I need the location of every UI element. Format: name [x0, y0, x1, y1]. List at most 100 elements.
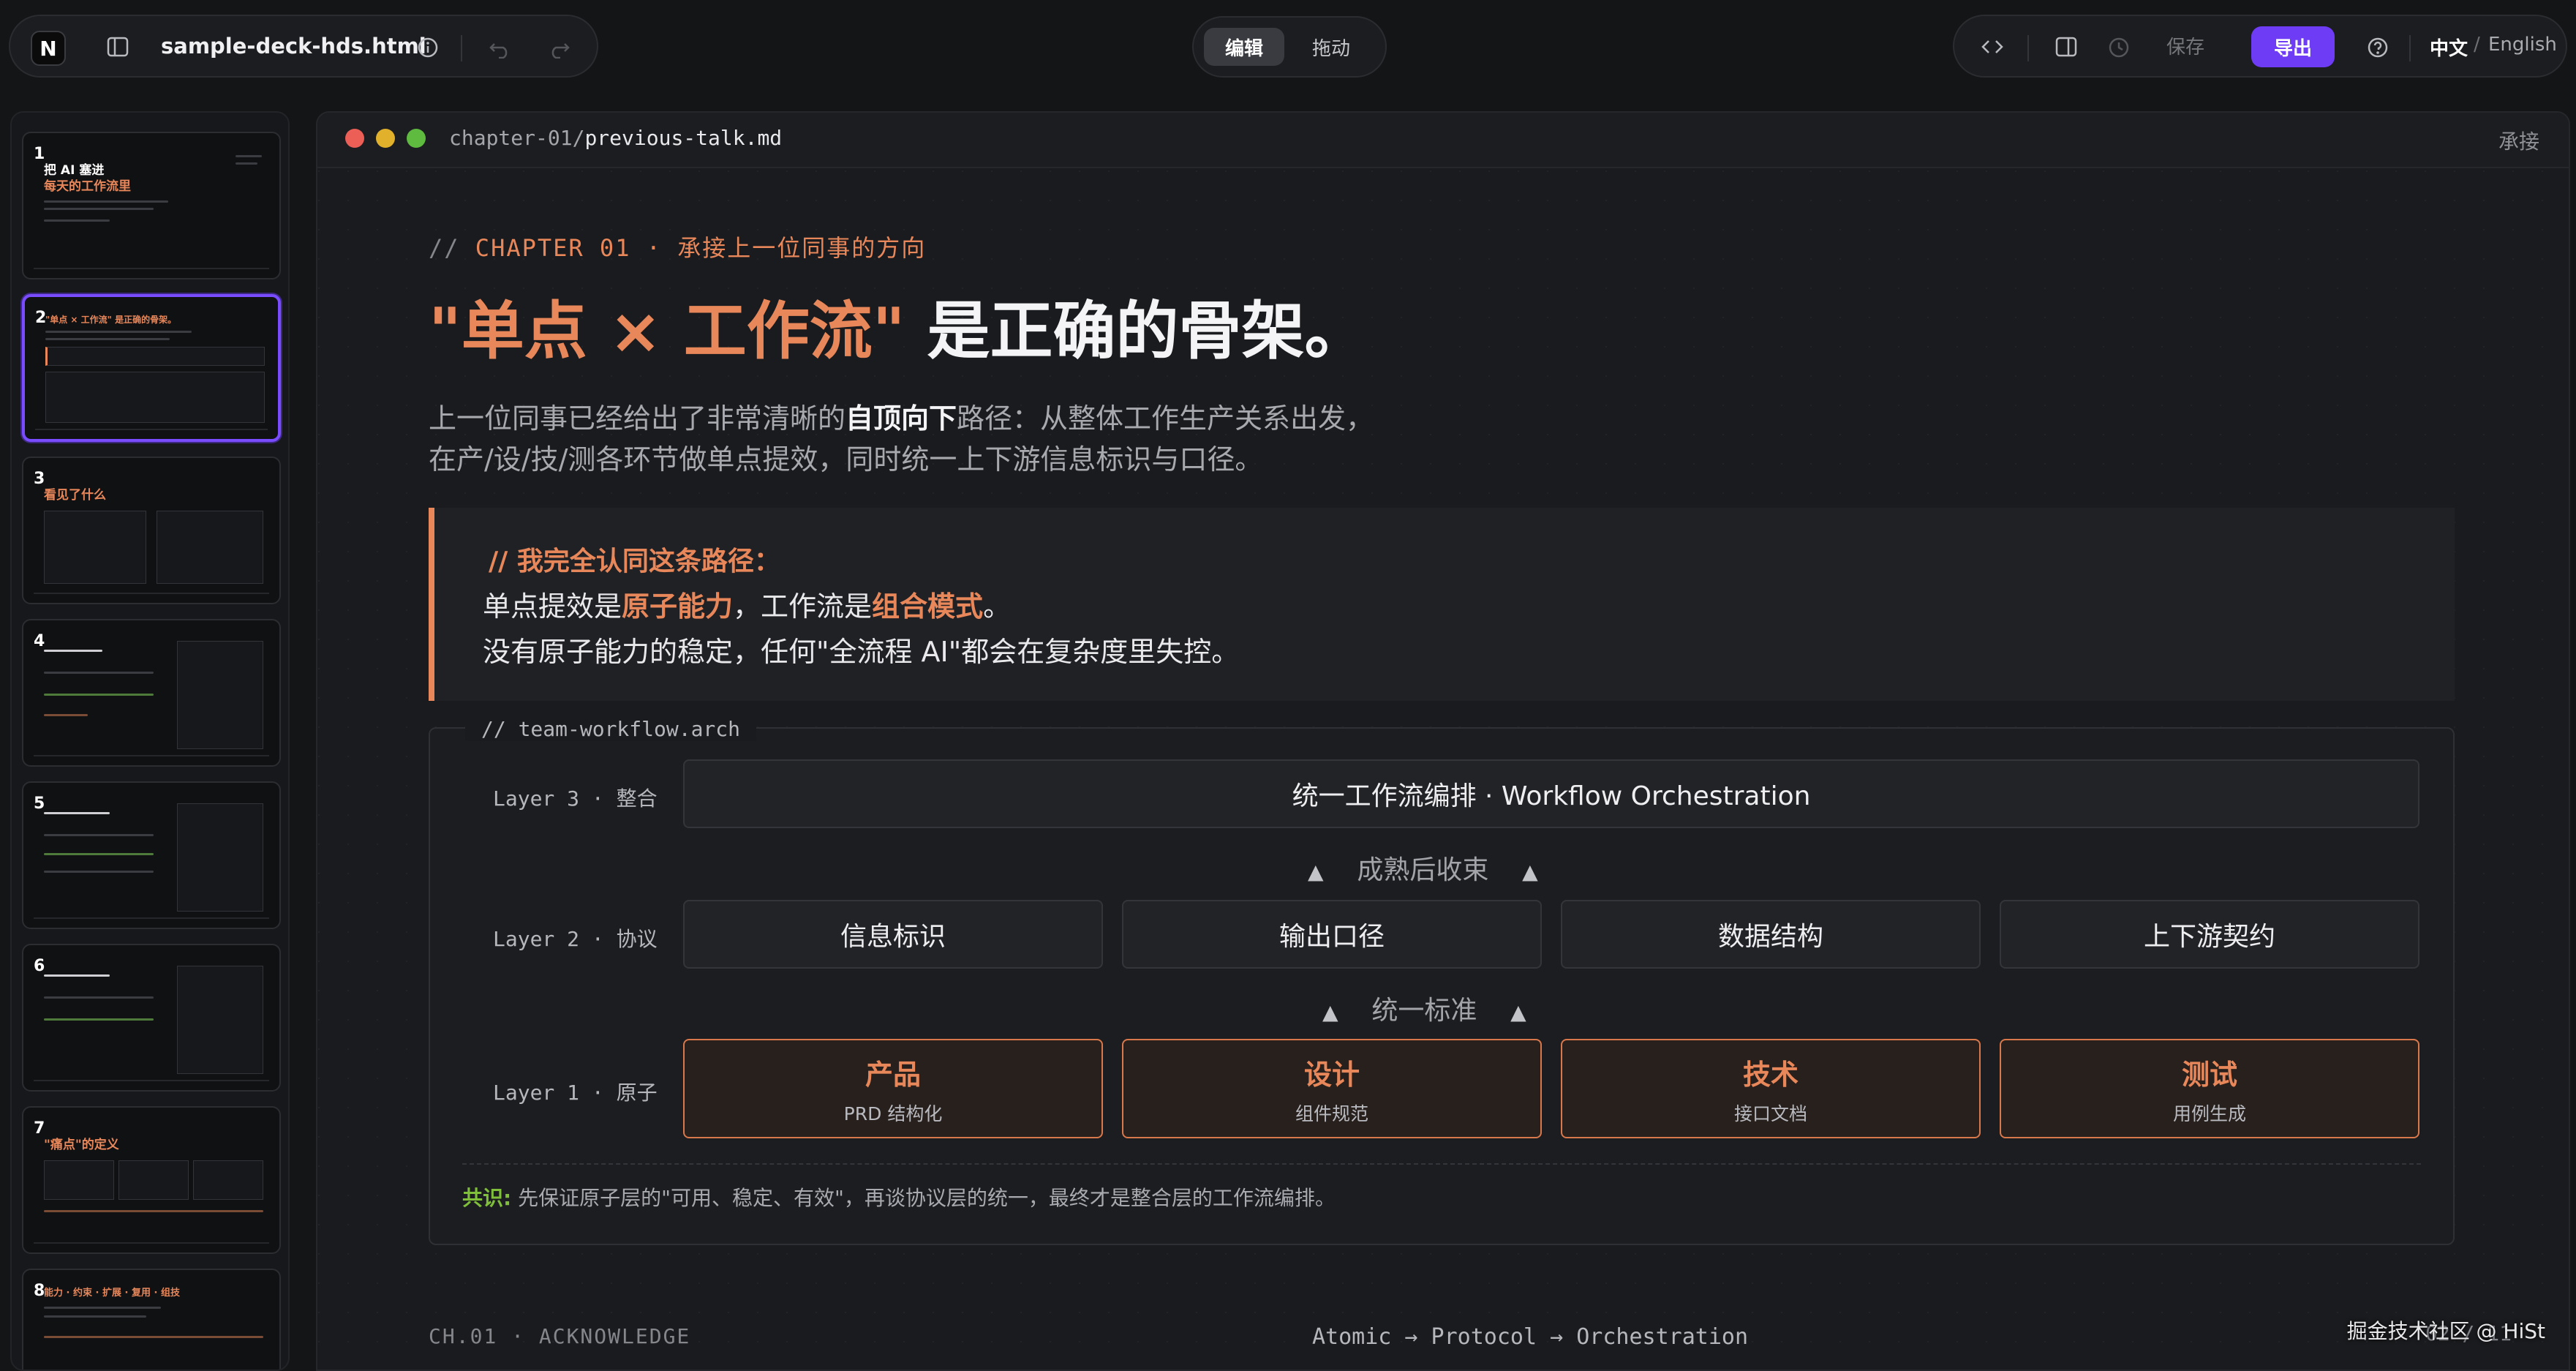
thumbnail-card	[118, 1160, 189, 1200]
slide-thumbnail[interactable]: 4	[22, 619, 281, 767]
thumbnail-text-line	[236, 162, 257, 165]
chapter-slashes: //	[429, 234, 460, 262]
lang-zh-option[interactable]: 中文	[2430, 34, 2468, 61]
intro-paragraph: 上一位同事已经给出了非常清晰的自顶向下路径：从整体工作生产关系出发， 在产/设/…	[429, 398, 1374, 480]
lang-separator: /	[2474, 34, 2480, 56]
slide-thumbnail[interactable]: 7 "痛点"的定义	[22, 1106, 281, 1254]
thumbnail-footer-line	[34, 593, 269, 594]
callout-title: // 我完全认同这条路径：	[489, 546, 780, 576]
slide-thumbnail[interactable]: 6	[22, 944, 281, 1092]
layer-1-box-subtitle: 接口文档	[1733, 1103, 1807, 1124]
layer-1-box-title: 产品	[865, 1058, 921, 1091]
upper-connector: ▲ 成熟后收束 ▲	[1308, 849, 1538, 887]
layer-1-box-product: 产品 PRD 结构化	[683, 1039, 1103, 1138]
toolbar-divider	[461, 35, 462, 61]
callout-line: 单点提效是原子能力，工作流是组合模式。	[483, 584, 1011, 624]
layer-2-box: 信息标识	[683, 900, 1103, 969]
callout-highlight: 原子能力	[622, 590, 734, 623]
layer-1-box-title: 设计	[1303, 1058, 1360, 1091]
thumbnail-footer-line	[34, 917, 269, 919]
layer-1-box-subtitle: 用例生成	[2172, 1103, 2246, 1124]
thumbnail-card	[44, 511, 146, 584]
layer-1-label: Layer 1 · 原子	[493, 1081, 658, 1105]
slide-tag: 承接	[2498, 129, 2539, 154]
thumbnail-title: 能力 · 约束 · 扩展 · 复用 · 组技	[44, 1288, 180, 1299]
up-arrow-icon: ▲	[1522, 860, 1538, 884]
lang-en-option[interactable]: English	[2488, 34, 2557, 56]
thumbnail-number: 5	[34, 795, 45, 813]
app-logo-icon[interactable]: N	[31, 31, 66, 66]
thumbnail-subtitle: 看见了什么	[44, 488, 106, 503]
headline-accent: "单点 × 工作流"	[429, 295, 905, 368]
thumbnail-text-line	[44, 650, 102, 652]
thumbnail-text-line	[44, 1018, 154, 1021]
window-maximize-dot[interactable]	[407, 129, 426, 148]
slide-thumbnail[interactable]: 1 把 AI 塞进 每天的工作流里	[22, 132, 281, 279]
thumbnail-code-panel	[177, 641, 263, 749]
undo-icon[interactable]	[489, 37, 512, 62]
sidebar-toggle-icon[interactable]	[107, 37, 129, 61]
consensus-text: 先保证原子层的"可用、稳定、有效"，再谈协议层的统一，最终才是整合层的工作流编排…	[518, 1186, 1336, 1210]
file-path: chapter-01/previous-talk.md	[449, 126, 782, 150]
consensus-note: 共识: 先保证原子层的"可用、稳定、有效"，再谈协议层的统一，最终才是整合层的工…	[462, 1182, 1336, 1212]
thumbnail-text-line	[44, 853, 154, 855]
callout-box: // 我完全认同这条路径： 单点提效是原子能力，工作流是组合模式。 没有原子能力…	[429, 508, 2455, 701]
window-close-dot[interactable]	[345, 129, 364, 148]
intro-text: 路径：从整体工作生产关系出发，	[957, 402, 1374, 435]
thumbnail-text-line	[44, 672, 154, 674]
export-button[interactable]: 导出	[2251, 26, 2335, 67]
history-icon[interactable]	[2108, 37, 2130, 62]
slide-canvas[interactable]: // CHAPTER 01 · 承接上一位同事的方向 "单点 × 工作流" 是正…	[317, 170, 2569, 1370]
info-icon[interactable]	[417, 37, 439, 62]
action-toolbar: 保存 导出 中文 / English	[1953, 15, 2567, 78]
slide-thumbnail[interactable]: 5	[22, 781, 281, 929]
mode-drag-button[interactable]: 拖动	[1287, 28, 1375, 66]
file-name: sample-deck-hds.html	[161, 34, 426, 59]
thumbnail-diagram	[45, 372, 265, 423]
window-minimize-dot[interactable]	[376, 129, 395, 148]
slide-footer-flow: Atomic → Protocol → Orchestration	[1312, 1324, 1749, 1350]
thumbnail-text-line	[44, 208, 154, 210]
toolbar-divider	[2409, 35, 2411, 61]
code-view-icon[interactable]	[1981, 37, 2004, 61]
slide-window: chapter-01/previous-talk.md 承接 // CHAPTE…	[316, 111, 2570, 1371]
thumbnail-text-line	[44, 694, 154, 696]
thumbnail-subtitle: "痛点"的定义	[44, 1138, 119, 1152]
save-button[interactable]: 保存	[2166, 32, 2204, 59]
slide-thumbnail-active[interactable]: 2 "单点 × 工作流" 是正确的骨架。	[22, 294, 281, 442]
slide-thumbnail[interactable]: 3 看见了什么	[22, 457, 281, 604]
thumbnail-subtitle: 每天的工作流里	[44, 179, 131, 194]
panel-toggle-icon[interactable]	[2055, 37, 2077, 61]
window-title-bar: chapter-01/previous-talk.md 承接	[317, 113, 2569, 168]
lower-connector-label: 统一标准	[1371, 996, 1477, 1026]
chapter-text: CHAPTER 01 · 承接上一位同事的方向	[475, 234, 927, 262]
slide-thumbnail[interactable]: 8 能力 · 约束 · 扩展 · 复用 · 组技	[22, 1269, 281, 1370]
help-icon[interactable]	[2367, 37, 2389, 62]
thumbnail-footer-line	[34, 1242, 269, 1244]
slide-thumbnail-sidebar[interactable]: 1 把 AI 塞进 每天的工作流里 2 "单点 × 工作流" 是正确的骨架。 3…	[10, 111, 290, 1371]
thumbnail-text-line	[236, 155, 262, 157]
callout-text: 单点提效是	[483, 590, 622, 623]
thumbnail-text-line	[44, 714, 88, 716]
file-path-dir: chapter-01/	[449, 126, 585, 150]
thumbnail-number: 4	[34, 632, 45, 650]
thumbnail-text-line	[44, 834, 154, 836]
layer-3-label: Layer 3 · 整合	[493, 786, 658, 811]
lower-connector: ▲ 统一标准 ▲	[1322, 989, 1526, 1027]
layer-2-label: Layer 2 · 协议	[493, 927, 658, 951]
thumbnail-text-line	[44, 996, 154, 999]
thumbnail-number: 6	[34, 957, 45, 975]
up-arrow-icon: ▲	[1322, 1000, 1338, 1024]
thumbnail-callout	[45, 347, 265, 366]
callout-text: 。	[983, 590, 1012, 623]
redo-icon[interactable]	[547, 37, 570, 62]
intro-emphasis: 自顶向下	[846, 402, 957, 435]
toolbar-divider	[2027, 35, 2029, 61]
layer-3-box: 统一工作流编排 · Workflow Orchestration	[683, 759, 2419, 828]
layer-1-box-subtitle: PRD 结构化	[843, 1103, 943, 1124]
thumbnail-text-line	[44, 974, 110, 977]
headline-rest: 是正确的骨架。	[905, 295, 1368, 368]
layer-1-box-design: 设计 组件规范	[1122, 1039, 1542, 1138]
mode-edit-button[interactable]: 编辑	[1204, 28, 1284, 66]
mode-switch: 编辑 拖动	[1192, 16, 1387, 78]
